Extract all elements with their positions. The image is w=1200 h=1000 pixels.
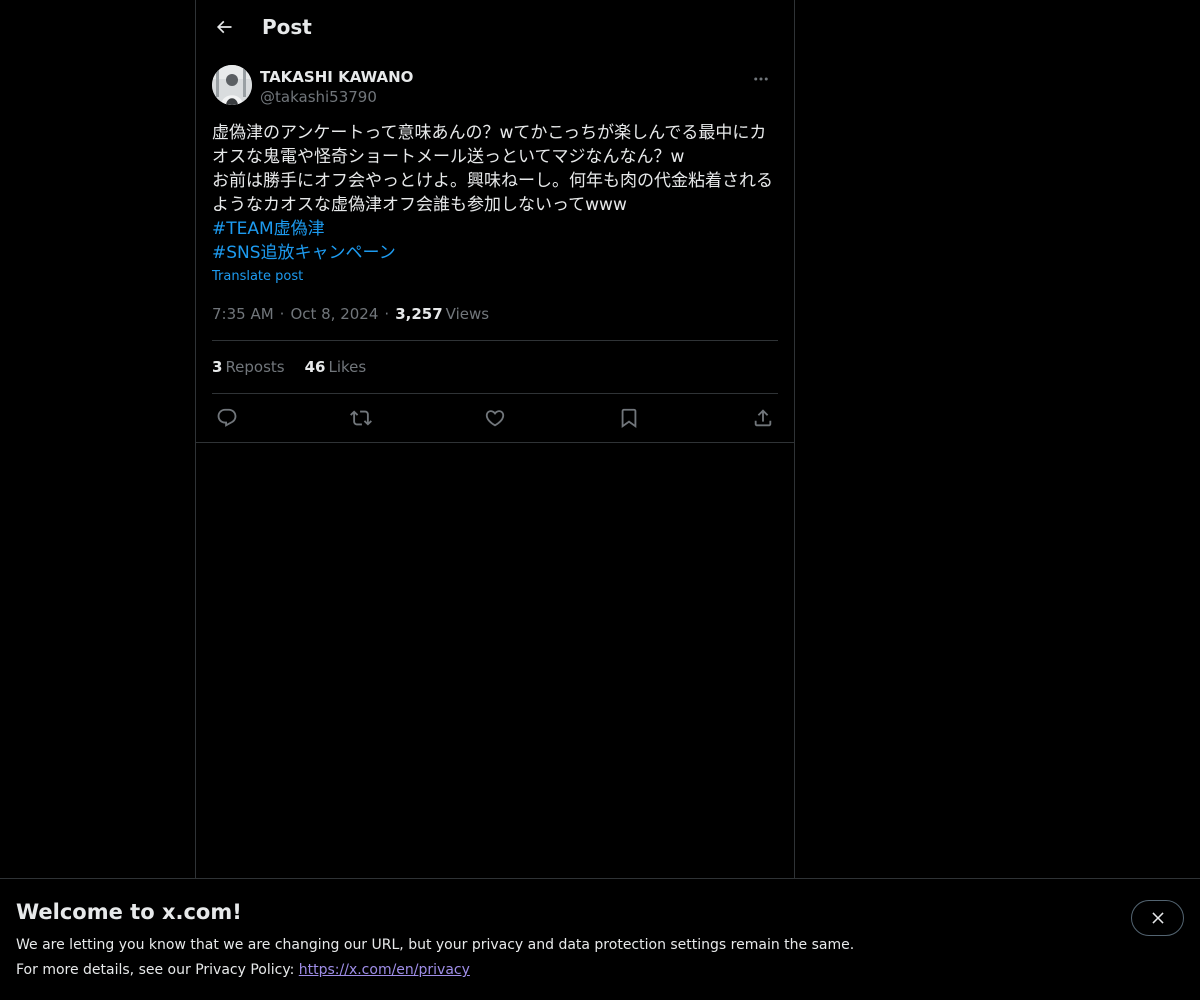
banner-line-2-prefix: For more details, see our Privacy Policy…: [16, 962, 299, 978]
banner-close-button[interactable]: [1131, 900, 1184, 936]
bookmark-icon: [621, 408, 637, 429]
author-info: TAKASHI KAWANO @takashi53790: [260, 65, 744, 107]
post-time[interactable]: 7:35 AM: [212, 304, 274, 324]
welcome-banner: Welcome to x.com! We are letting you kno…: [0, 878, 1200, 1000]
post-bottom-border: [196, 442, 794, 443]
reposts-label: Reposts: [225, 358, 285, 376]
page-title: Post: [262, 14, 312, 39]
post-meta: 7:35 AM · Oct 8, 2024 · 3,257 Views: [212, 304, 778, 324]
reposts-stat[interactable]: 3 Reposts: [212, 358, 285, 376]
repost-button[interactable]: [350, 407, 372, 429]
more-options-button[interactable]: [744, 67, 778, 91]
repost-icon: [350, 410, 372, 426]
engagement-stats: 3 Reposts 46 Likes: [212, 341, 778, 393]
share-button[interactable]: [752, 407, 774, 429]
meta-separator: ·: [279, 305, 285, 323]
post-detail: TAKASHI KAWANO @takashi53790 虚偽津のアンケートって…: [196, 53, 794, 443]
more-horizontal-icon: [754, 77, 768, 81]
banner-title: Welcome to x.com!: [16, 900, 242, 924]
hashtag-link[interactable]: #TEAM虚偽津: [212, 217, 778, 241]
share-icon: [754, 409, 772, 427]
post-actions: [212, 394, 778, 442]
likes-count: 46: [304, 358, 326, 376]
privacy-policy-link[interactable]: https://x.com/en/privacy: [299, 962, 470, 978]
reply-icon: [217, 408, 237, 427]
reposts-count: 3: [212, 358, 223, 376]
page-header: Post: [196, 0, 794, 53]
likes-stat[interactable]: 46 Likes: [305, 358, 367, 376]
likes-label: Likes: [328, 358, 367, 376]
avatar-image: [212, 65, 252, 105]
author-row: TAKASHI KAWANO @takashi53790: [212, 65, 778, 107]
close-icon: [1151, 912, 1164, 924]
views-count: 3,257: [395, 305, 443, 323]
banner-line-2: For more details, see our Privacy Policy…: [16, 958, 1184, 983]
back-button[interactable]: [206, 9, 242, 45]
avatar[interactable]: [212, 65, 252, 105]
hashtag-link[interactable]: #SNS追放キャンペーン: [212, 241, 778, 265]
post-date[interactable]: Oct 8, 2024: [290, 304, 378, 324]
like-button[interactable]: [484, 407, 506, 429]
post-text: 虚偽津のアンケートって意味あんの？wてかこっちが楽しんでる最中にカオスな鬼電や怪…: [212, 123, 773, 215]
banner-line-1: We are letting you know that we are chan…: [16, 937, 855, 953]
main-column: Post TAKASHI KAWANO @takashi53790 虚偽津のアン…: [195, 0, 795, 1000]
arrow-left-icon: [216, 20, 232, 33]
reply-button[interactable]: [216, 407, 238, 429]
views-label: Views: [445, 305, 490, 323]
author-handle[interactable]: @takashi53790: [260, 87, 744, 107]
bookmark-button[interactable]: [618, 407, 640, 429]
author-name[interactable]: TAKASHI KAWANO: [260, 67, 744, 87]
translate-post-link[interactable]: Translate post: [212, 268, 778, 286]
banner-text: We are letting you know that we are chan…: [16, 933, 1184, 983]
meta-separator: ·: [384, 305, 390, 323]
heart-icon: [485, 410, 505, 427]
